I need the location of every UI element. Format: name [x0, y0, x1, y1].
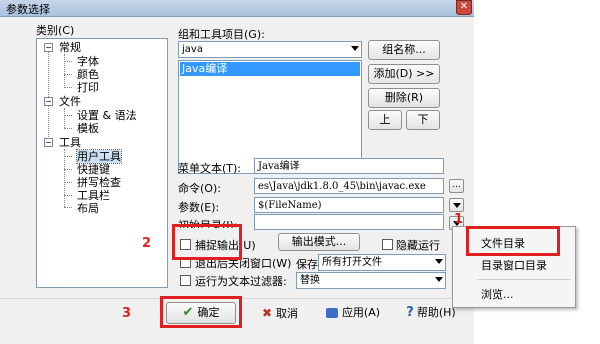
- tree-connector: [64, 156, 72, 157]
- chevron-down-icon: [453, 203, 461, 208]
- group-name-button[interactable]: 组名称...: [368, 40, 440, 60]
- filter-select[interactable]: 替换: [296, 272, 446, 289]
- list-item[interactable]: Java编译: [180, 62, 360, 76]
- move-up-button[interactable]: 上: [368, 110, 402, 130]
- collapse-icon[interactable]: −: [44, 43, 53, 52]
- cancel-label: 取消: [276, 307, 299, 320]
- tree-branch-line: [64, 108, 65, 128]
- tree-node-user-tools[interactable]: 用户工具: [76, 149, 122, 164]
- chevron-down-icon: [435, 259, 443, 264]
- params-field[interactable]: $(FileName): [254, 197, 444, 213]
- tree-node-layout[interactable]: 布局: [77, 202, 99, 215]
- annotation-number-2: 2: [142, 236, 152, 251]
- delete-button[interactable]: 删除(R): [368, 88, 440, 108]
- save-select-value: 所有打开文件: [322, 257, 382, 268]
- chevron-down-icon: [351, 46, 359, 51]
- tree-connector: [64, 207, 72, 208]
- params-dropdown-button[interactable]: [449, 198, 464, 212]
- command-label: 命令(O):: [178, 182, 221, 195]
- close-icon: ✕: [459, 1, 469, 12]
- highlight-box-3: [160, 296, 242, 328]
- tree-connector: [64, 182, 72, 183]
- cancel-icon: ✖: [261, 306, 273, 320]
- collapse-icon[interactable]: −: [44, 138, 53, 147]
- tree-node-settings-syntax[interactable]: 设置 & 语法: [77, 109, 137, 122]
- tree-node-general[interactable]: 常规: [59, 41, 81, 54]
- tree-connector: [64, 115, 72, 116]
- tree-root-line: [48, 45, 49, 145]
- annotation-number-3: 3: [122, 306, 132, 321]
- command-browse-button[interactable]: ...: [449, 179, 464, 193]
- menu-separator: [477, 279, 571, 280]
- help-icon: ?: [406, 305, 414, 320]
- move-down-button[interactable]: 下: [406, 110, 440, 130]
- tree-connector: [64, 87, 72, 88]
- tree-node-print[interactable]: 打印: [77, 81, 99, 94]
- apply-label: 应用(A): [341, 306, 381, 319]
- category-label: 类别(C): [36, 24, 75, 37]
- params-label: 参数(E):: [178, 201, 220, 214]
- group-select-value: java: [182, 44, 203, 55]
- highlight-box-1: [466, 226, 560, 256]
- hide-run-checkbox[interactable]: [382, 239, 393, 250]
- group-tools-label: 组和工具项目(G):: [178, 28, 265, 41]
- tree-node-file[interactable]: 文件: [59, 95, 81, 108]
- help-label: 帮助(H): [416, 306, 456, 319]
- tree-node-spellcheck[interactable]: 拼写检查: [77, 176, 121, 189]
- menu-item-dir-window-directory[interactable]: 目录窗口目录: [453, 257, 575, 273]
- save-select[interactable]: 所有打开文件: [318, 254, 446, 271]
- tool-item-list[interactable]: Java编译: [178, 60, 362, 174]
- menu-text-label: 菜单文本(T):: [178, 162, 242, 175]
- tree-node-color[interactable]: 颜色: [77, 68, 99, 81]
- window-title: 参数选择: [6, 3, 50, 16]
- add-button[interactable]: 添加(D) >>: [368, 64, 440, 84]
- tree-connector: [64, 61, 72, 62]
- tree-connector: [64, 195, 72, 196]
- collapse-icon[interactable]: −: [44, 97, 53, 106]
- tree-branch-line: [64, 149, 65, 207]
- hide-run-label: 隐藏运行: [396, 239, 440, 252]
- menu-text-field[interactable]: Java编译: [254, 158, 444, 174]
- highlight-box-2: [172, 224, 242, 260]
- apply-icon: [325, 308, 338, 318]
- menu-item-browse[interactable]: 浏览...: [453, 286, 575, 302]
- group-select[interactable]: java: [178, 41, 362, 58]
- chevron-down-icon: [435, 277, 443, 282]
- command-field[interactable]: es\Java\jdk1.8.0_45\bin\javac.exe: [254, 178, 444, 194]
- filter-select-value: 替换: [300, 275, 320, 286]
- output-mode-button[interactable]: 输出模式...: [278, 233, 360, 251]
- run-as-filter-checkbox[interactable]: [180, 275, 191, 286]
- annotation-number-1: 1: [454, 212, 464, 227]
- tree-node-toolbar[interactable]: 工具栏: [77, 189, 110, 202]
- tree-connector: [64, 74, 72, 75]
- tree-branch-line: [64, 54, 65, 88]
- run-as-filter-label: 运行为文本过滤器:: [195, 275, 287, 288]
- tree-node-font[interactable]: 字体: [77, 55, 99, 68]
- tree-node-tools[interactable]: 工具: [59, 136, 81, 149]
- tree-connector: [64, 169, 72, 170]
- tree-connector: [64, 128, 72, 129]
- close-button[interactable]: ✕: [456, 0, 472, 15]
- apply-button[interactable]: 应用(A): [320, 302, 386, 324]
- cancel-button[interactable]: ✖ 取消: [252, 302, 308, 324]
- tree-node-templates[interactable]: 模板: [77, 122, 99, 135]
- tree-node-shortcuts[interactable]: 快捷键: [77, 163, 110, 176]
- initdir-field[interactable]: [254, 214, 444, 230]
